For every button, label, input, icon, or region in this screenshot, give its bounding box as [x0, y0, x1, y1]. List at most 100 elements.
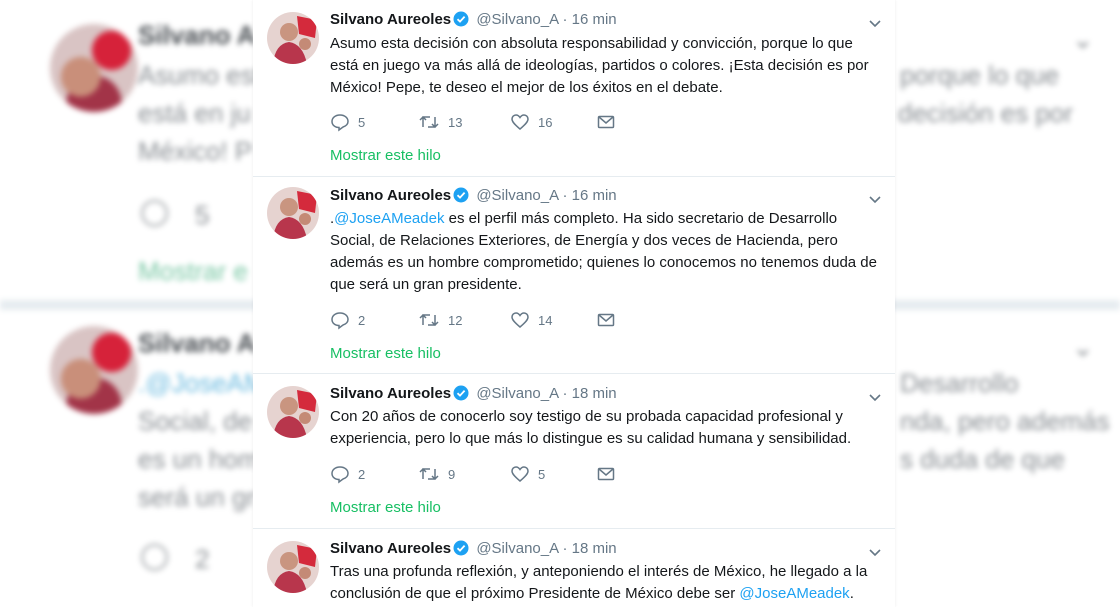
bg-chevron-icon: ⌄ [1072, 332, 1094, 362]
retweet-button[interactable]: 13 [418, 112, 462, 132]
mention-link[interactable]: @JoseAMeadek [334, 210, 444, 227]
verified-badge-icon [453, 385, 469, 407]
user-name[interactable]: Silvano Aureoles [330, 540, 451, 557]
bg-line: está en ju [138, 98, 251, 128]
tweet[interactable]: Silvano Aureoles @Silvano_A · 16 min .@J… [253, 177, 895, 374]
bg-line: será un gr [138, 482, 256, 512]
bg-line: .@JoseAM [138, 368, 266, 398]
mention-link[interactable]: @JoseAMeadek [739, 585, 849, 602]
retweet-count: 12 [448, 312, 463, 328]
user-name[interactable]: Silvano Aureoles [330, 385, 451, 402]
reply-button[interactable]: 5 [330, 112, 365, 132]
direct-message-button[interactable] [596, 112, 616, 132]
tweet-timestamp[interactable]: 16 min [572, 11, 617, 28]
like-button[interactable]: 16 [510, 112, 552, 132]
verified-badge-icon [453, 187, 469, 209]
tweet-thread-card: Silvano Aureoles @Silvano_A · 16 min Asu… [253, 0, 895, 607]
retweet-count: 13 [448, 114, 463, 130]
tweet-text-part: Asumo esta decisión con absoluta respons… [330, 35, 869, 96]
chevron-down-icon[interactable] [867, 544, 883, 560]
bg-line: Asumo est [138, 60, 261, 90]
retweet-icon [419, 313, 439, 327]
separator-dot: · [562, 385, 568, 402]
tweet-timestamp[interactable]: 18 min [572, 540, 617, 557]
show-thread-link[interactable]: Mostrar este hilo [330, 345, 441, 362]
retweet-button[interactable]: 12 [418, 310, 462, 330]
tweet-timestamp[interactable]: 18 min [572, 385, 617, 402]
tweet[interactable]: Silvano Aureoles @Silvano_A · 16 min Asu… [253, 0, 895, 177]
like-count: 16 [538, 114, 553, 130]
tweet[interactable]: Silvano Aureoles @Silvano_A · 18 min Tra… [253, 529, 895, 607]
user-name[interactable]: Silvano Aureoles [330, 11, 451, 28]
bg-reply-count: 2 [195, 544, 210, 574]
retweet-icon [419, 115, 439, 129]
user-name[interactable]: Silvano Aureoles [330, 187, 451, 204]
bg-avatar [50, 326, 138, 414]
tweet-text-part: Con 20 años de conocerlo soy testigo de … [330, 408, 852, 447]
bg-line: porque lo que [900, 60, 1060, 90]
tweet-text: Tras una profunda reflexión, y anteponie… [330, 561, 885, 605]
bg-line: decisión es por [898, 98, 1073, 128]
bg-line: s duda de que [900, 444, 1065, 474]
heart-icon [511, 114, 529, 130]
bg-line: nda, pero además [900, 406, 1110, 436]
avatar[interactable] [267, 541, 319, 593]
user-handle[interactable]: @Silvano_A [476, 11, 558, 28]
user-handle[interactable]: @Silvano_A [476, 540, 558, 557]
verified-badge-icon [453, 540, 469, 562]
bg-line: Social, de [138, 406, 253, 436]
reply-count: 2 [358, 312, 366, 328]
bg-reply-count: 5 [195, 200, 210, 230]
bg-name: Silvano A [138, 20, 256, 50]
retweet-button[interactable]: 9 [418, 464, 455, 484]
tweet-header: Silvano Aureoles @Silvano_A · 18 min [330, 539, 617, 562]
user-handle[interactable]: @Silvano_A [476, 187, 558, 204]
envelope-icon [597, 313, 615, 327]
separator-dot: · [562, 540, 568, 557]
reply-button[interactable]: 2 [330, 464, 365, 484]
reply-icon [331, 466, 349, 484]
avatar[interactable] [267, 386, 319, 438]
avatar[interactable] [267, 12, 319, 64]
user-handle[interactable]: @Silvano_A [476, 385, 558, 402]
bg-reply-icon: ◯ [140, 196, 170, 226]
verified-badge-icon [453, 11, 469, 33]
tweet[interactable]: Silvano Aureoles @Silvano_A · 18 min Con… [253, 374, 895, 529]
separator-dot: · [562, 187, 568, 204]
chevron-down-icon[interactable] [867, 15, 883, 31]
bg-avatar [50, 24, 138, 112]
reply-icon [331, 114, 349, 132]
tweet-timestamp[interactable]: 16 min [572, 187, 617, 204]
bg-line: Desarrollo [900, 368, 1019, 398]
tweet-text: Asumo esta decisión con absoluta respons… [330, 33, 885, 99]
chevron-down-icon[interactable] [867, 191, 883, 207]
reply-count: 2 [358, 466, 366, 482]
tweet-text: .@JoseAMeadek es el perfil más completo.… [330, 208, 885, 296]
show-thread-link[interactable]: Mostrar este hilo [330, 147, 441, 164]
tweet-header: Silvano Aureoles @Silvano_A · 16 min [330, 10, 617, 33]
envelope-icon [597, 467, 615, 481]
direct-message-button[interactable] [596, 310, 616, 330]
like-button[interactable]: 5 [510, 464, 545, 484]
bg-chevron-icon: ⌄ [1072, 24, 1094, 54]
heart-icon [511, 312, 529, 328]
reply-count: 5 [358, 114, 366, 130]
tweet-header: Silvano Aureoles @Silvano_A · 16 min [330, 186, 617, 209]
bg-thread: Mostrar e [138, 256, 248, 286]
reply-icon [331, 312, 349, 330]
tweet-text-part: . [849, 585, 854, 602]
like-button[interactable]: 14 [510, 310, 552, 330]
retweet-icon [419, 467, 439, 481]
reply-button[interactable]: 2 [330, 310, 365, 330]
show-thread-link[interactable]: Mostrar este hilo [330, 499, 441, 516]
direct-message-button[interactable] [596, 464, 616, 484]
chevron-down-icon[interactable] [867, 389, 883, 405]
envelope-icon [597, 115, 615, 129]
tweet-header: Silvano Aureoles @Silvano_A · 18 min [330, 384, 617, 407]
like-count: 14 [538, 312, 553, 328]
bg-line: México! P [138, 136, 253, 166]
bg-name: Silvano A [138, 328, 256, 358]
avatar[interactable] [267, 187, 319, 239]
like-count: 5 [538, 466, 546, 482]
tweet-text: Con 20 años de conocerlo soy testigo de … [330, 406, 885, 450]
